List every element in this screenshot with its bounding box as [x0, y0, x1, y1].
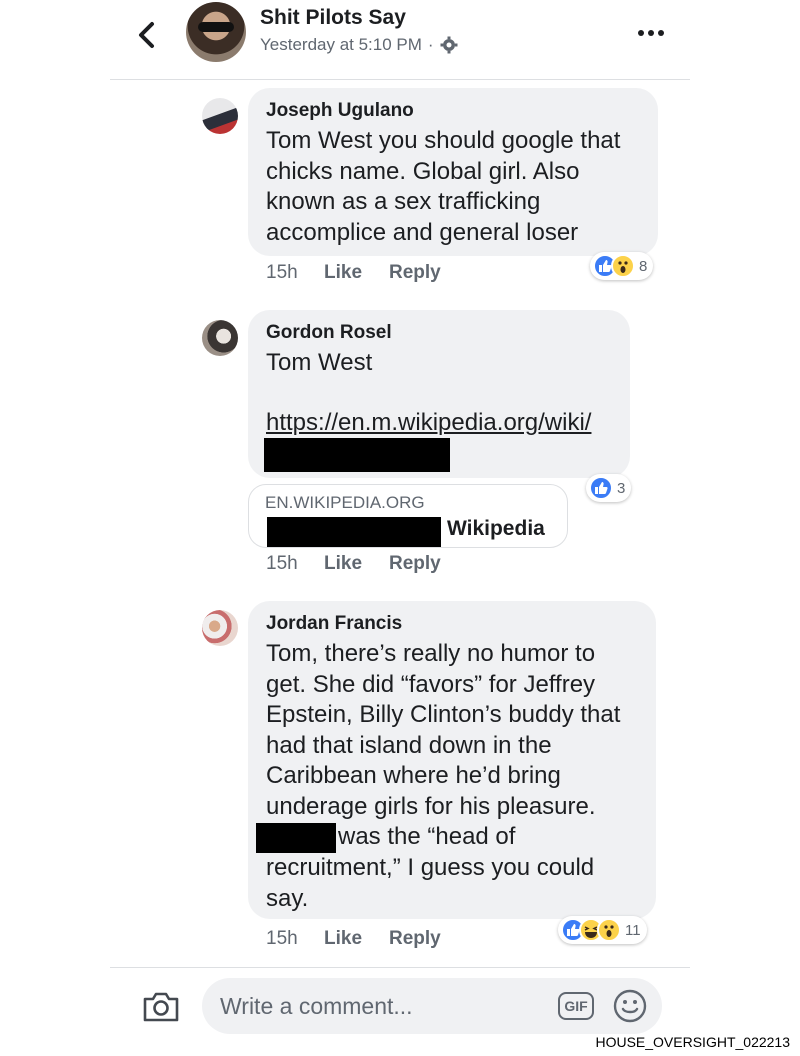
comment-author[interactable]: Jordan Francis [266, 613, 402, 635]
page-avatar[interactable] [186, 2, 246, 62]
comment-text: Tom West [266, 349, 373, 376]
reply-button[interactable]: Reply [389, 553, 441, 575]
comment-link[interactable]: https://en.m.wikipedia.org/wiki/ [266, 408, 591, 439]
redaction-bar [264, 438, 450, 472]
comment-text: recruitment,” I guess you could say. [266, 854, 595, 912]
reply-button[interactable]: Reply [389, 928, 441, 950]
document-stamp: HOUSE_OVERSIGHT_022213 [595, 1034, 790, 1050]
comment-time: 15h [266, 262, 298, 283]
more-options-icon[interactable] [636, 26, 666, 40]
comment-text: Tom, there’s really no humor to get. She… [266, 640, 621, 820]
comment-text: Tom West you should google that chicks n… [266, 127, 621, 246]
like-button[interactable]: Like [324, 928, 362, 950]
comment-time: 15h [266, 928, 298, 949]
commenter-avatar[interactable] [202, 98, 238, 134]
reaction-count: 8 [639, 257, 648, 275]
comment-composer[interactable]: Write a comment... GIF [202, 978, 662, 1034]
page-title[interactable]: Shit Pilots Say [260, 6, 406, 30]
reply-button[interactable]: Reply [389, 262, 441, 284]
preview-title: Wikipedia [447, 517, 545, 540]
link-preview[interactable]: EN.WIKIPEDIA.ORG Wikipedia [248, 484, 568, 548]
wow-reaction-icon [611, 254, 635, 278]
like-reaction-icon [589, 476, 613, 500]
post-timestamp: Yesterday at 5:10 PM [260, 35, 422, 54]
commenter-avatar[interactable] [202, 320, 238, 356]
back-arrow-icon[interactable] [132, 18, 162, 52]
comment-bubble: Gordon Rosel Tom West https://en.m.wikip… [248, 310, 630, 478]
gif-button[interactable]: GIF [558, 992, 594, 1020]
comment-input-placeholder[interactable]: Write a comment... [220, 993, 413, 1020]
comment-text: was the “head of [338, 823, 516, 850]
comment-bubble: Joseph Ugulano Tom West you should googl… [248, 88, 658, 256]
comment-bubble: Jordan Francis Tom, there’s really no hu… [248, 601, 656, 919]
comment-author[interactable]: Joseph Ugulano [266, 100, 414, 122]
reaction-summary[interactable]: 8 [590, 252, 654, 280]
post-meta: Yesterday at 5:10 PM · [260, 35, 458, 55]
commenter-avatar[interactable] [202, 610, 238, 646]
preview-domain: EN.WIKIPEDIA.ORG [265, 493, 425, 512]
emoji-icon[interactable] [612, 988, 648, 1024]
reaction-summary[interactable]: 3 [586, 474, 632, 502]
meta-separator: · [427, 35, 434, 54]
redaction-bar [256, 823, 336, 853]
divider [110, 967, 690, 968]
post-header: Shit Pilots Say Yesterday at 5:10 PM · [110, 0, 690, 80]
comment-author[interactable]: Gordon Rosel [266, 322, 392, 344]
reaction-count: 11 [625, 921, 641, 939]
like-button[interactable]: Like [324, 553, 362, 575]
like-button[interactable]: Like [324, 262, 362, 284]
comment-time: 15h [266, 553, 298, 574]
reaction-count: 3 [617, 479, 626, 497]
gear-icon [440, 36, 458, 54]
redaction-bar [267, 517, 441, 547]
camera-icon[interactable] [142, 990, 180, 1024]
reaction-summary[interactable]: 11 [558, 916, 647, 944]
wow-reaction-icon [597, 918, 621, 942]
